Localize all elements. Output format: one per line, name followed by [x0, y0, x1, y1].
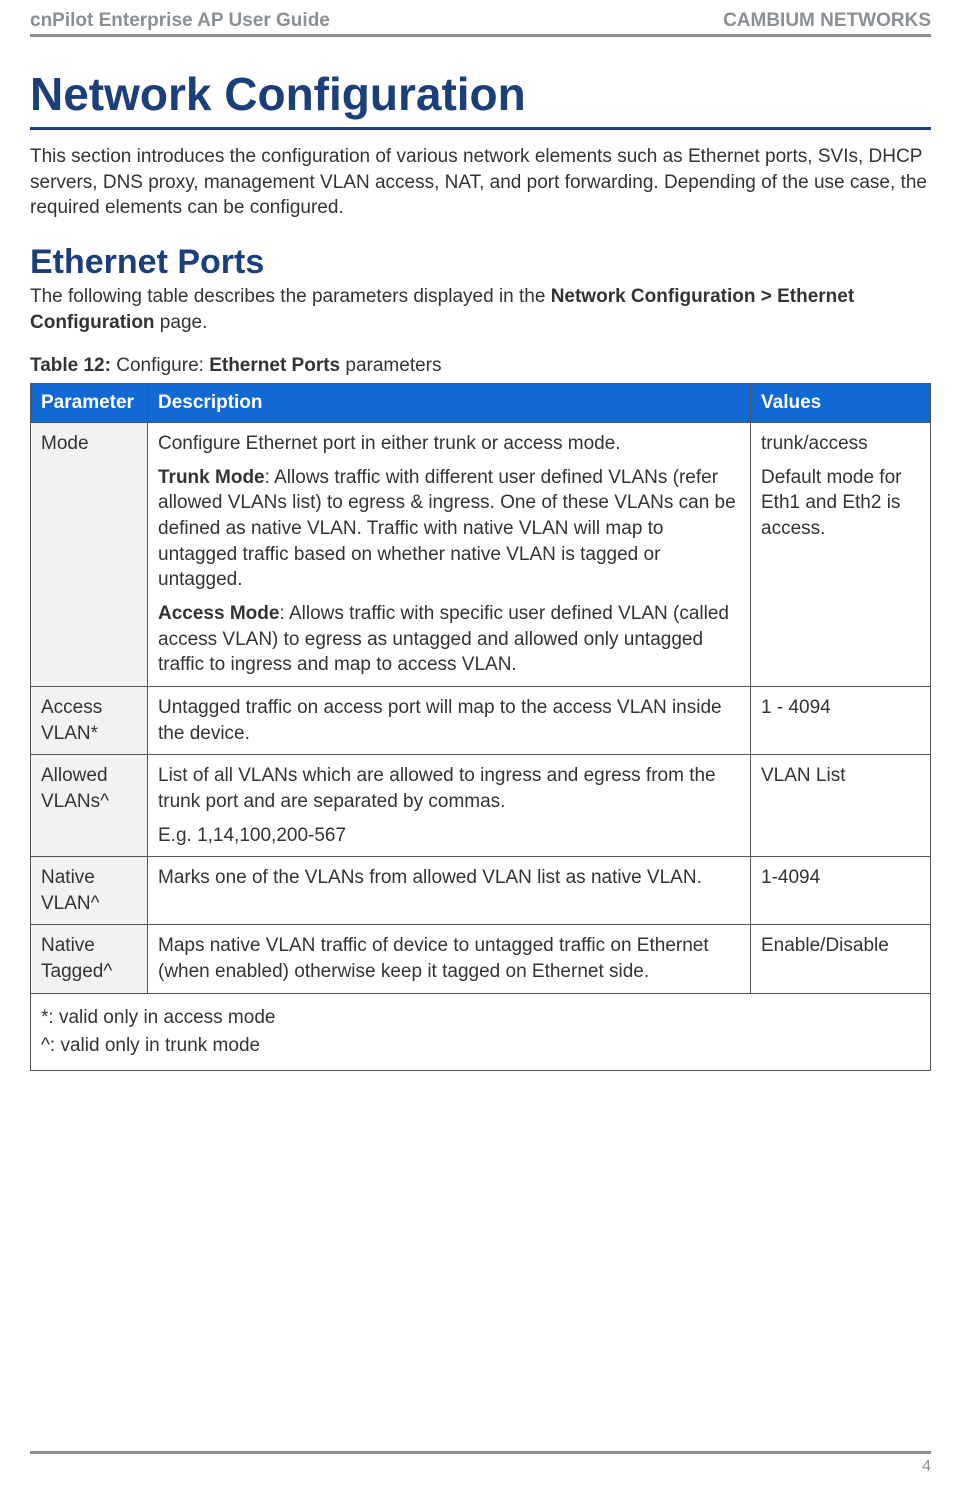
- table-row: Native VLAN^ Marks one of the VLANs from…: [31, 857, 931, 925]
- caption-bold2: Ethernet Ports: [209, 355, 340, 376]
- table-row: Native Tagged^ Maps native VLAN traffic …: [31, 925, 931, 993]
- cell-param: Native VLAN^: [31, 857, 148, 925]
- ethernet-ports-table: Parameter Description Values Mode Config…: [30, 383, 931, 1071]
- table-row: Access VLAN* Untagged traffic on access …: [31, 686, 931, 754]
- desc-p2-bold: Trunk Mode: [158, 467, 265, 488]
- cell-values: Enable/Disable: [751, 925, 931, 993]
- desc-p3: Access Mode: Allows traffic with specifi…: [158, 601, 740, 678]
- table-row: Mode Configure Ethernet port in either t…: [31, 423, 931, 687]
- desc-l2: E.g. 1,14,100,200-567: [158, 823, 740, 849]
- values-l2: Default mode for Eth1 and Eth2 is access…: [761, 465, 920, 542]
- header-left: cnPilot Enterprise AP User Guide: [30, 10, 330, 32]
- cell-param: Mode: [31, 423, 148, 687]
- desc-p2: Trunk Mode: Allows traffic with differen…: [158, 465, 740, 593]
- desc-l1: List of all VLANs which are allowed to i…: [158, 763, 740, 814]
- footnote-1: *: valid only in access mode: [41, 1005, 920, 1031]
- th-values: Values: [751, 384, 931, 423]
- cell-values: 1-4094: [751, 857, 931, 925]
- document-header: cnPilot Enterprise AP User Guide CAMBIUM…: [0, 0, 961, 34]
- header-right: CAMBIUM NETWORKS: [723, 10, 931, 32]
- cell-footnotes: *: valid only in access mode ^: valid on…: [31, 993, 931, 1070]
- cell-param: Allowed VLANs^: [31, 755, 148, 857]
- th-parameter: Parameter: [31, 384, 148, 423]
- footnote-2: ^: valid only in trunk mode: [41, 1033, 920, 1059]
- subtext-prefix: The following table describes the parame…: [30, 286, 551, 307]
- cell-desc: Maps native VLAN traffic of device to un…: [148, 925, 751, 993]
- values-l1: trunk/access: [761, 431, 920, 457]
- page-footer: 4: [0, 1451, 961, 1486]
- footer-rule: [30, 1451, 931, 1454]
- intro-paragraph: This section introduces the configuratio…: [30, 144, 931, 221]
- cell-values: 1 - 4094: [751, 686, 931, 754]
- page-content: Network Configuration This section intro…: [0, 37, 961, 1451]
- caption-mid: Configure:: [111, 355, 209, 376]
- cell-desc: Marks one of the VLANs from allowed VLAN…: [148, 857, 751, 925]
- cell-values: VLAN List: [751, 755, 931, 857]
- cell-desc: List of all VLANs which are allowed to i…: [148, 755, 751, 857]
- subtext-suffix: page.: [155, 312, 208, 333]
- table-footnote-row: *: valid only in access mode ^: valid on…: [31, 993, 931, 1070]
- cell-desc: Untagged traffic on access port will map…: [148, 686, 751, 754]
- cell-values: trunk/access Default mode for Eth1 and E…: [751, 423, 931, 687]
- caption-suffix: parameters: [340, 355, 441, 376]
- caption-bold1: Table 12:: [30, 355, 111, 376]
- table-row: Allowed VLANs^ List of all VLANs which a…: [31, 755, 931, 857]
- desc-p3-bold: Access Mode: [158, 603, 279, 624]
- title-rule: [30, 127, 931, 130]
- desc-p1: Configure Ethernet port in either trunk …: [158, 431, 740, 457]
- table-caption: Table 12: Configure: Ethernet Ports para…: [30, 355, 931, 377]
- cell-param: Native Tagged^: [31, 925, 148, 993]
- page-number: 4: [30, 1458, 931, 1476]
- section-intro: The following table describes the parame…: [30, 284, 931, 335]
- table-header-row: Parameter Description Values: [31, 384, 931, 423]
- cell-desc: Configure Ethernet port in either trunk …: [148, 423, 751, 687]
- cell-param: Access VLAN*: [31, 686, 148, 754]
- page-title-h1: Network Configuration: [30, 67, 931, 121]
- th-description: Description: [148, 384, 751, 423]
- section-title-h2: Ethernet Ports: [30, 243, 931, 282]
